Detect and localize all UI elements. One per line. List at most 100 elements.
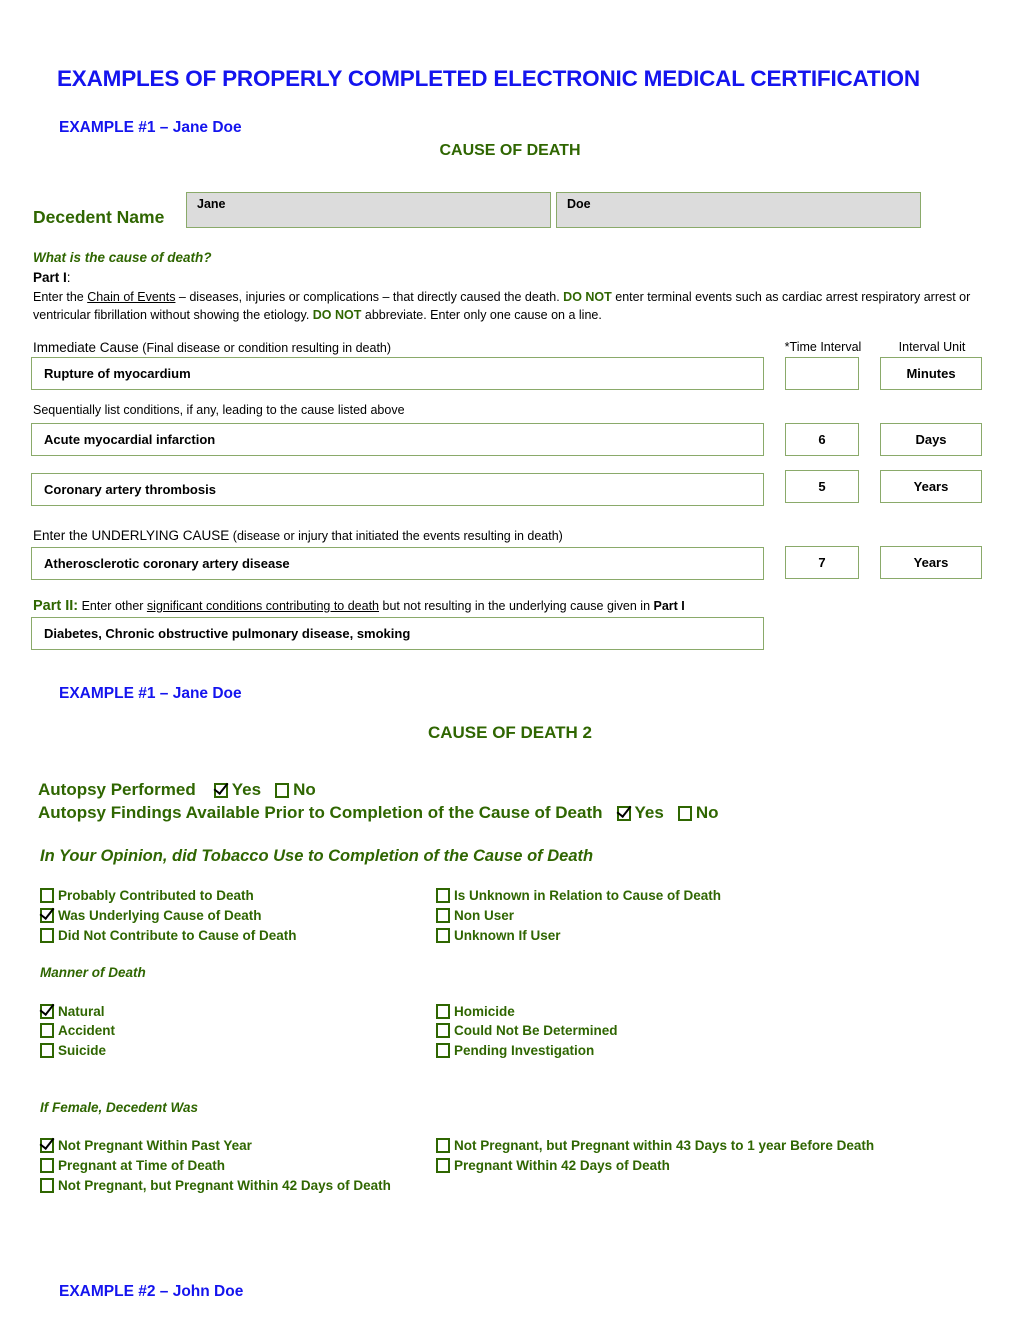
autopsy-performed-no-checkbox[interactable] (275, 782, 290, 798)
last-name-field[interactable]: Doe (556, 192, 921, 228)
tobacco-option-did-not-contribute[interactable]: Did Not Contribute to Cause of Death (40, 928, 297, 943)
immediate-cause-paren: (Final disease or condition resulting in… (142, 341, 392, 355)
female-pregnant-within-42-days-checkbox[interactable] (436, 1158, 450, 1173)
example-1-label-middle: EXAMPLE #1 – Jane Doe (59, 685, 242, 702)
tobacco-did-not-contribute-checkbox[interactable] (40, 928, 54, 943)
part-i-instructions: Enter the Chain of Events – diseases, in… (33, 289, 988, 324)
female-not-pregnant-within-42-days-checkbox[interactable] (40, 1178, 54, 1193)
tobacco-non-user-label: Non User (454, 908, 515, 923)
cause-of-death-heading: CAUSE OF DEATH (439, 142, 581, 159)
tobacco-probably-contributed-checkbox[interactable] (40, 888, 54, 903)
manner-could-not-be-determined-label: Could Not Be Determined (454, 1023, 618, 1038)
tobacco-is-unknown-checkbox[interactable] (436, 888, 450, 903)
part-ii-seg-2: but not resulting in the underlying caus… (379, 599, 654, 613)
manner-natural-checkbox[interactable] (40, 1004, 54, 1019)
female-pregnant-at-time-of-death-checkbox[interactable] (40, 1158, 54, 1173)
instr-chain-of-events: Chain of Events (87, 290, 176, 304)
autopsy-findings-yes-checkbox[interactable] (616, 805, 631, 821)
female-option-not-pregnant-within-42-days[interactable]: Not Pregnant, but Pregnant Within 42 Day… (40, 1178, 391, 1193)
manner-suicide-checkbox[interactable] (40, 1043, 54, 1058)
autopsy-performed-no-option[interactable]: No (275, 780, 316, 800)
female-not-pregnant-past-year-checkbox[interactable] (40, 1138, 54, 1153)
manner-option-natural[interactable]: Natural (40, 1004, 105, 1019)
example-2-label: EXAMPLE #2 – John Doe (59, 1283, 244, 1300)
cause-row-4-input[interactable]: Atherosclerotic coronary artery disease (31, 547, 764, 580)
cause-row-2-interval[interactable]: 6 (785, 423, 859, 456)
manner-pending-investigation-label: Pending Investigation (454, 1043, 595, 1058)
tobacco-non-user-checkbox[interactable] (436, 908, 450, 923)
manner-suicide-label: Suicide (58, 1043, 107, 1058)
part-ii-bold-part-i: Part I (653, 599, 685, 613)
tobacco-was-underlying-checkbox[interactable] (40, 908, 54, 923)
underlying-cause-paren: (disease or injury that initiated the ev… (232, 529, 563, 543)
autopsy-performed-row: Autopsy Performed Yes No (38, 780, 316, 800)
time-interval-column-header: *Time Interval (784, 340, 862, 354)
tobacco-heading: In Your Opinion, did Tobacco Use to Comp… (40, 847, 594, 865)
manner-accident-checkbox[interactable] (40, 1023, 54, 1038)
autopsy-findings-label: Autopsy Findings Available Prior to Comp… (38, 803, 603, 822)
instr-seg-2: – diseases, injuries or complications – … (175, 290, 564, 304)
manner-could-not-be-determined-checkbox[interactable] (436, 1023, 450, 1038)
cause-row-3-input[interactable]: Coronary artery thrombosis (31, 473, 764, 506)
manner-pending-investigation-checkbox[interactable] (436, 1043, 450, 1058)
first-name-field[interactable]: Jane (186, 192, 551, 228)
manner-homicide-label: Homicide (454, 1004, 515, 1019)
part-i-text: Part I (33, 270, 67, 285)
cause-row-1-interval[interactable] (785, 357, 859, 390)
autopsy-findings-yes-option[interactable]: Yes (616, 803, 664, 823)
manner-option-homicide[interactable]: Homicide (436, 1004, 515, 1019)
autopsy-findings-no-checkbox[interactable] (677, 805, 692, 821)
interval-unit-column-header: Interval Unit (898, 340, 966, 354)
cause-row-1-input[interactable]: Rupture of myocardium (31, 357, 764, 390)
female-option-not-pregnant-past-year[interactable]: Not Pregnant Within Past Year (40, 1138, 252, 1153)
example-1-label-top: EXAMPLE #1 – Jane Doe (59, 119, 242, 136)
part-ii-underline: significant conditions contributing to d… (146, 599, 380, 613)
cause-row-4-interval[interactable]: 7 (785, 546, 859, 579)
tobacco-option-unknown-if-user[interactable]: Unknown If User (436, 928, 561, 943)
autopsy-performed-yes-label: Yes (231, 780, 262, 799)
tobacco-unknown-if-user-label: Unknown If User (454, 928, 561, 943)
cause-row-4-unit[interactable]: Years (880, 546, 982, 579)
tobacco-was-underlying-label: Was Underlying Cause of Death (58, 908, 262, 923)
tobacco-did-not-contribute-label: Did Not Contribute to Cause of Death (58, 928, 297, 943)
cause-question: What is the cause of death? (33, 250, 212, 265)
female-pregnant-43-days-to-1-year-checkbox[interactable] (436, 1138, 450, 1153)
tobacco-is-unknown-label: Is Unknown in Relation to Cause of Death (454, 888, 722, 903)
tobacco-option-probably-contributed[interactable]: Probably Contributed to Death (40, 888, 254, 903)
female-option-pregnant-43-days-to-1-year[interactable]: Not Pregnant, but Pregnant within 43 Day… (436, 1138, 874, 1153)
part-i-colon: : (66, 270, 71, 285)
female-option-pregnant-at-time-of-death[interactable]: Pregnant at Time of Death (40, 1158, 225, 1173)
tobacco-option-is-unknown[interactable]: Is Unknown in Relation to Cause of Death (436, 888, 721, 903)
if-female-heading: If Female, Decedent Was (40, 1100, 199, 1115)
autopsy-findings-row: Autopsy Findings Available Prior to Comp… (38, 803, 719, 823)
autopsy-findings-no-option[interactable]: No (677, 803, 719, 823)
cause-row-2-input[interactable]: Acute myocardial infarction (31, 423, 764, 456)
cause-row-3-unit[interactable]: Years (880, 470, 982, 503)
manner-option-could-not-be-determined[interactable]: Could Not Be Determined (436, 1023, 618, 1038)
manner-option-accident[interactable]: Accident (40, 1023, 115, 1038)
manner-option-suicide[interactable]: Suicide (40, 1043, 106, 1058)
female-not-pregnant-past-year-label: Not Pregnant Within Past Year (58, 1138, 252, 1153)
manner-option-pending-investigation[interactable]: Pending Investigation (436, 1043, 594, 1058)
page-title: EXAMPLES OF PROPERLY COMPLETED ELECTRONI… (57, 66, 920, 91)
tobacco-option-non-user[interactable]: Non User (436, 908, 514, 923)
instr-do-not-1: DO NOT (563, 290, 612, 304)
cause-of-death-2-heading: CAUSE OF DEATH 2 (427, 723, 593, 742)
cause-row-3-interval[interactable]: 5 (785, 470, 859, 503)
instr-seg-1: Enter the (33, 290, 88, 304)
cause-row-1-unit[interactable]: Minutes (880, 357, 982, 390)
decedent-name-label: Decedent Name (33, 207, 165, 227)
female-pregnant-within-42-days-label: Pregnant Within 42 Days of Death (454, 1158, 670, 1173)
document-page: EXAMPLES OF PROPERLY COMPLETED ELECTRONI… (0, 0, 1020, 1320)
tobacco-option-was-underlying[interactable]: Was Underlying Cause of Death (40, 908, 262, 923)
tobacco-unknown-if-user-checkbox[interactable] (436, 928, 450, 943)
autopsy-performed-yes-checkbox[interactable] (213, 782, 228, 798)
manner-homicide-checkbox[interactable] (436, 1004, 450, 1019)
cause-row-2-unit[interactable]: Days (880, 423, 982, 456)
underlying-cause-text: Enter the UNDERLYING CAUSE (33, 528, 230, 543)
autopsy-performed-no-label: No (293, 780, 316, 799)
autopsy-performed-yes-option[interactable]: Yes (213, 780, 262, 800)
autopsy-findings-no-label: No (695, 803, 719, 822)
part-ii-input[interactable]: Diabetes, Chronic obstructive pulmonary … (31, 617, 764, 650)
female-option-pregnant-within-42-days[interactable]: Pregnant Within 42 Days of Death (436, 1158, 670, 1173)
